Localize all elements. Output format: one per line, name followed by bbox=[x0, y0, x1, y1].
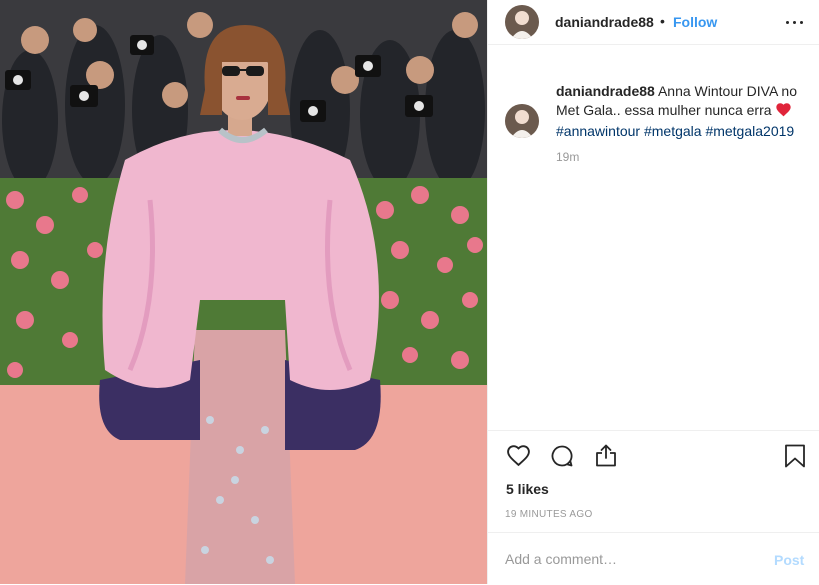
avatar[interactable] bbox=[505, 5, 539, 39]
post-photo[interactable] bbox=[0, 0, 487, 584]
actions-divider bbox=[488, 430, 819, 432]
heart-emoji-icon bbox=[775, 102, 792, 122]
more-options-icon[interactable] bbox=[784, 12, 806, 32]
hashtag-link[interactable]: #metgala bbox=[644, 123, 702, 139]
like-count[interactable]: 5 likes bbox=[506, 481, 549, 497]
caption-avatar[interactable] bbox=[505, 104, 539, 138]
heart-outline-icon[interactable] bbox=[506, 444, 531, 472]
follow-button[interactable]: Follow bbox=[673, 14, 717, 30]
share-icon[interactable] bbox=[594, 443, 618, 473]
post-timestamp: 19 MINUTES AGO bbox=[505, 509, 593, 520]
post-details-panel: daniandrade88 • Follow daniandrade88 Ann… bbox=[487, 0, 819, 584]
comment-input[interactable] bbox=[505, 551, 745, 567]
hashtag-link[interactable]: #metgala2019 bbox=[705, 123, 794, 139]
photo-image bbox=[0, 0, 487, 584]
bookmark-icon[interactable] bbox=[784, 444, 806, 473]
caption-avatar-image bbox=[505, 104, 539, 138]
post-username[interactable]: daniandrade88 bbox=[555, 14, 654, 30]
comment-bubble-icon[interactable] bbox=[550, 444, 574, 473]
post-header: daniandrade88 • Follow bbox=[488, 0, 819, 45]
separator-dot: • bbox=[660, 13, 665, 29]
avatar-image bbox=[505, 5, 539, 39]
caption-username[interactable]: daniandrade88 bbox=[556, 83, 655, 99]
instagram-post-modal: daniandrade88 • Follow daniandrade88 Ann… bbox=[0, 0, 819, 584]
caption: daniandrade88 Anna Wintour DIVA no Met G… bbox=[556, 82, 814, 141]
post-comment-button[interactable]: Post bbox=[774, 552, 804, 568]
hashtag-link[interactable]: #annawintour bbox=[556, 123, 640, 139]
caption-time: 19m bbox=[556, 150, 580, 164]
comment-bar: Post bbox=[488, 532, 819, 585]
